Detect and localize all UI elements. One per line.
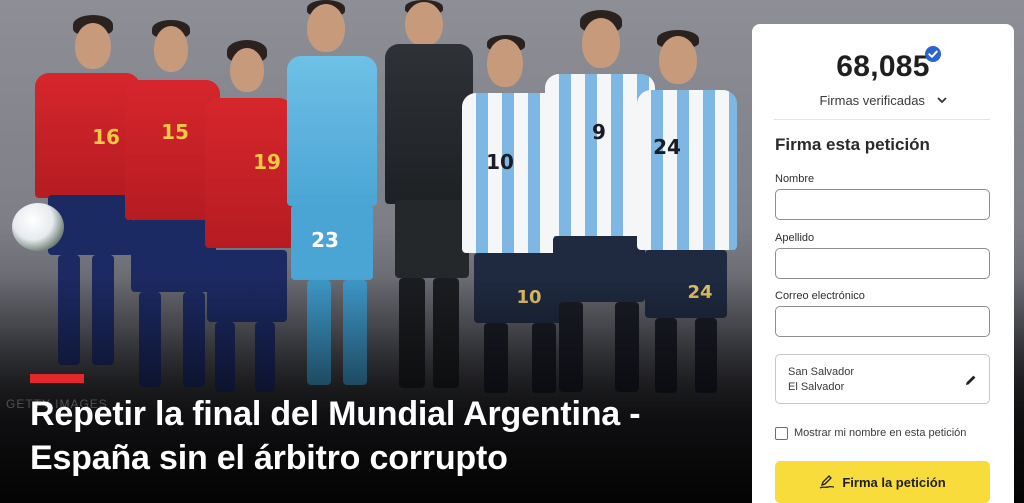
location-box[interactable]: San Salvador El Salvador xyxy=(775,354,990,404)
show-name-checkbox[interactable] xyxy=(775,427,788,440)
signature-panel: 68,085 Firmas verificadas Firma esta pet… xyxy=(752,24,1014,503)
form-title: Firma esta petición xyxy=(775,135,930,154)
signature-count: 68,085 xyxy=(836,50,930,83)
verified-signatures-label: Firmas verificadas xyxy=(819,93,925,108)
chevron-down-icon xyxy=(936,92,947,107)
last-name-label: Apellido xyxy=(775,232,815,244)
location-country: El Salvador xyxy=(788,381,845,393)
email-label: Correo electrónico xyxy=(775,290,865,302)
sign-petition-label: Firma la petición xyxy=(842,474,946,490)
first-name-label: Nombre xyxy=(775,173,815,185)
sign-petition-button[interactable]: Firma la petición xyxy=(775,461,990,503)
pencil-edit-icon[interactable] xyxy=(965,373,977,385)
signature-count-row: 68,085 xyxy=(752,50,1014,84)
verified-signatures-toggle[interactable]: Firmas verificadas xyxy=(752,92,1014,108)
first-name-field[interactable] xyxy=(775,189,990,220)
show-name-label: Mostrar mi nombre en esta petición xyxy=(794,427,967,439)
pen-signature-icon xyxy=(819,475,835,489)
divider xyxy=(774,119,990,120)
petition-title: Repetir la final del Mundial Argentina -… xyxy=(30,392,690,480)
location-city: San Salvador xyxy=(788,366,855,378)
petition-title-line2: España sin el árbitro corrupto xyxy=(30,439,508,477)
last-name-field[interactable] xyxy=(775,248,990,279)
accent-bar xyxy=(30,374,84,383)
petition-title-line1: Repetir la final del Mundial Argentina - xyxy=(30,395,641,433)
email-field[interactable] xyxy=(775,306,990,337)
verified-badge-icon xyxy=(925,46,941,62)
